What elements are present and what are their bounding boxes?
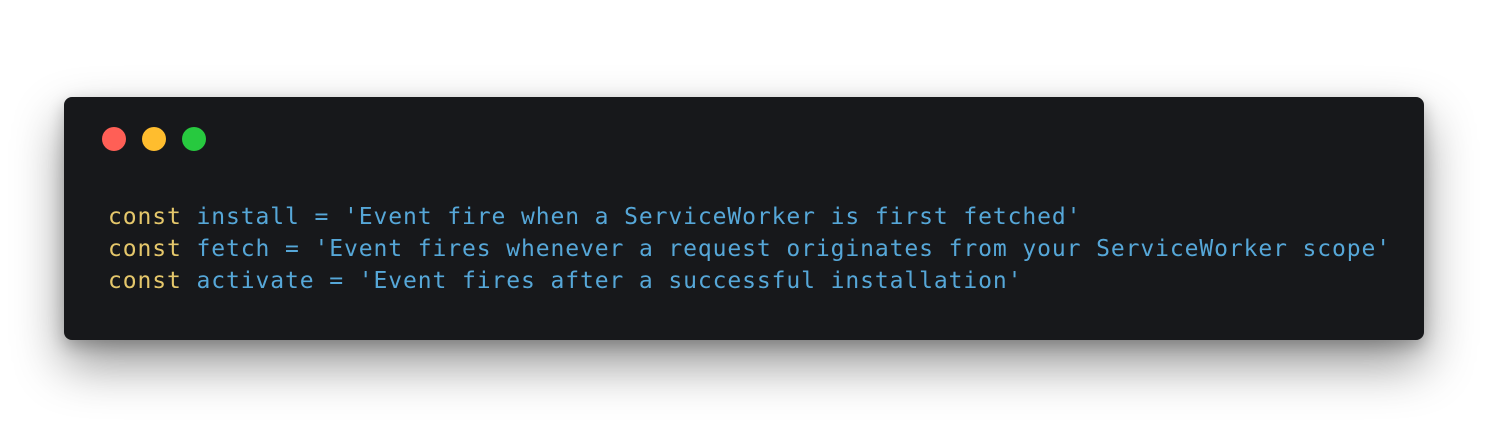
keyword-token: const (108, 204, 182, 230)
code-block: const install = 'Event fire when a Servi… (108, 201, 1391, 297)
minimize-button[interactable] (142, 127, 166, 151)
code-window: const install = 'Event fire when a Servi… (64, 97, 1424, 340)
code-line: const install = 'Event fire when a Servi… (108, 201, 1391, 233)
identifier-token: activate (196, 268, 315, 294)
code-line: const activate = 'Event fires after a su… (108, 265, 1391, 297)
code-line: const fetch = 'Event fires whenever a re… (108, 233, 1391, 265)
identifier-token: install (196, 204, 300, 230)
close-button[interactable] (102, 127, 126, 151)
operator-token: = (314, 204, 330, 230)
zoom-button[interactable] (182, 127, 206, 151)
operator-token: = (329, 268, 344, 294)
string-token: 'Event fire when a ServiceWorker is firs… (343, 204, 1082, 230)
string-token: 'Event fires whenever a request originat… (314, 236, 1392, 262)
string-token: 'Event fires after a successful installa… (358, 268, 1023, 294)
keyword-token: const (108, 268, 182, 294)
identifier-token: fetch (196, 236, 271, 262)
window-controls (102, 127, 206, 151)
operator-token: = (285, 236, 300, 262)
keyword-token: const (108, 236, 182, 262)
